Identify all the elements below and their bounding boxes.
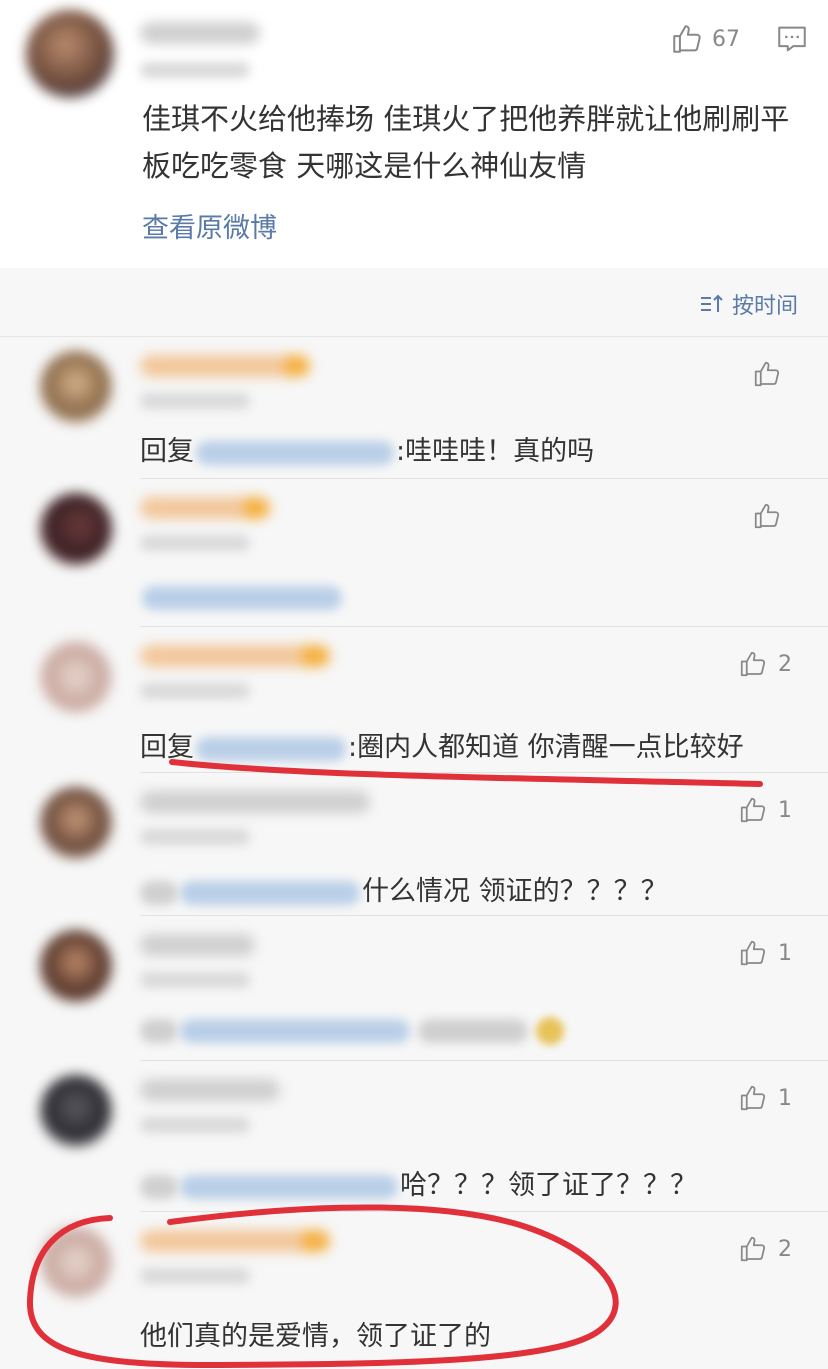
comment-like-count: 2 [778,1236,792,1262]
commenter-name[interactable] [140,645,330,667]
sort-label: 按时间 [731,294,798,319]
blurred-reply-prefix [140,1018,178,1043]
thumbs-up-icon [740,940,766,966]
comment-like-count: 2 [778,651,792,677]
comment-body: 哈？？？领了证了？？？ [400,1170,697,1201]
blurred-mention[interactable] [196,736,346,761]
comment-item: 1 哈？？？领了证了？？？ [0,1061,828,1212]
reply-prefix: 回复 [140,436,194,467]
post-timestamp [140,62,250,78]
comment-like-count: 1 [778,940,792,966]
comment-like-button[interactable]: 1 [738,936,792,970]
comment-text: 哈？？？领了证了？？？ [140,1163,697,1202]
blurred-mention[interactable] [180,880,360,905]
comment-like-button[interactable]: 2 [738,1232,792,1266]
comment-body: 他们真的是爱情，领了证了的 [140,1321,491,1352]
blurred-reply-prefix [140,1174,178,1199]
comment-timestamp [140,1117,250,1133]
thumbs-up-icon [754,503,780,529]
thumbs-up-icon [673,25,701,53]
comment-text: 回复 :圈内人都知道 你清醒一点比较好 [140,725,744,764]
commenter-avatar[interactable] [40,787,112,859]
commenter-avatar[interactable] [40,351,112,423]
comment-item: 2 他们真的是爱情，领了证了的 [0,1212,828,1369]
blurred-mention[interactable] [180,1174,398,1199]
comment-like-button[interactable]: 1 [738,1081,792,1115]
reply-prefix: 回复 [140,732,194,763]
blurred-comment-text [418,1018,528,1043]
comment-item [0,479,828,627]
comment-item: 2 回复 :圈内人都知道 你清醒一点比较好 [0,627,828,773]
weibo-post-card: 67 佳琪不火给他捧场 佳琪火了把他养胖就让他刷刷平板吃吃零食 天哪这是什么神仙… [0,0,828,268]
comment-text [140,1014,564,1045]
blurred-mention[interactable] [196,440,394,465]
comment-like-button[interactable] [752,357,792,391]
blurred-mention[interactable] [180,1018,410,1043]
post-author-avatar[interactable] [26,10,114,98]
post-like-count: 67 [712,26,740,52]
emoji-icon [536,1016,564,1045]
thumbs-up-icon [740,651,766,677]
comment-like-count: 1 [778,797,792,823]
view-original-link[interactable]: 查看原微博 [142,206,277,245]
comment-timestamp [140,683,250,699]
comment-item: 回复 :哇哇哇！真的吗 [0,337,828,479]
commenter-name[interactable] [140,1230,330,1252]
blurred-mention[interactable] [142,585,342,610]
post-body-text: 佳琪不火给他捧场 佳琪火了把他养胖就让他刷刷平板吃吃零食 天哪这是什么神仙友情 [142,102,790,183]
comment-body: :哇哇哇！真的吗 [396,436,595,467]
sort-by-time-button[interactable]: 按时间 [700,288,798,320]
comment-text: 他们真的是爱情，领了证了的 [140,1314,491,1353]
commenter-name[interactable] [140,355,310,377]
comment-like-button[interactable] [752,499,792,533]
comment-timestamp [140,972,250,988]
thumbs-up-icon [740,1236,766,1262]
commenter-avatar[interactable] [40,1226,112,1298]
comment-sort-bar: 按时间 [0,268,828,337]
comment-timestamp [140,535,250,551]
post-like-button[interactable]: 67 [670,22,740,56]
commenter-name[interactable] [140,1079,280,1101]
comment-timestamp [140,829,250,845]
commenter-name[interactable] [140,791,370,813]
comment-timestamp [140,1268,250,1284]
commenter-avatar[interactable] [40,930,112,1002]
blurred-reply-prefix [140,880,178,905]
comment-timestamp [140,393,250,409]
comment-icon [778,26,806,52]
thumbs-up-icon [740,797,766,823]
post-comment-button[interactable] [775,22,809,60]
commenter-name[interactable] [140,934,255,956]
comment-like-button[interactable]: 1 [738,793,792,827]
comment-item: 1 什么情况 领证的？？？？ [0,773,828,916]
thumbs-up-icon [740,1085,766,1111]
commenter-name[interactable] [140,497,270,519]
comment-text: 回复 :哇哇哇！真的吗 [140,429,594,468]
comment-body: 什么情况 领证的？？？？ [362,876,668,907]
thumbs-up-icon [754,361,780,387]
comment-body: :圈内人都知道 你清醒一点比较好 [348,732,744,763]
comment-text: 什么情况 领证的？？？？ [140,869,668,908]
sort-icon [700,294,723,312]
post-author-name[interactable] [140,22,260,44]
commenter-avatar[interactable] [40,1075,112,1147]
comment-like-count: 1 [778,1085,792,1111]
comment-text [140,581,344,612]
comment-like-button[interactable]: 2 [738,647,792,681]
commenter-avatar[interactable] [40,493,112,565]
comment-item: 1 [0,916,828,1061]
commenter-avatar[interactable] [40,641,112,713]
